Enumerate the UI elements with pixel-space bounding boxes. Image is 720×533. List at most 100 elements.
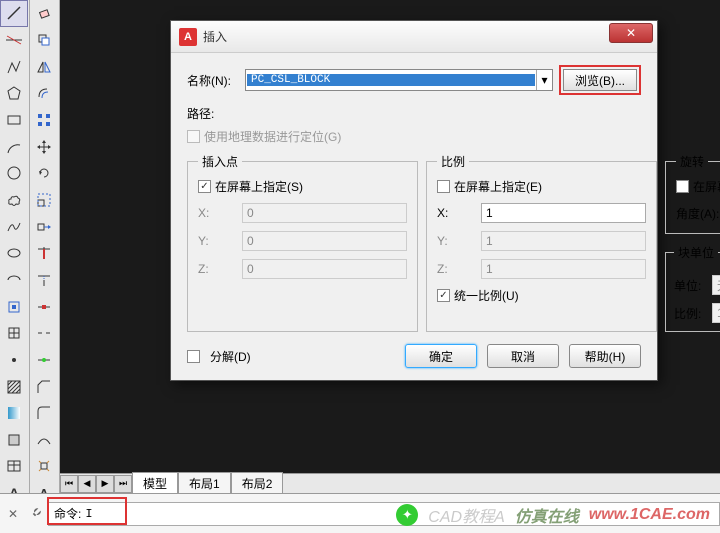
tab-last-button[interactable]: ⏭ (114, 475, 132, 493)
insert-point-group: 插入点 在屏幕上指定(S) X: Y: Z: (187, 153, 418, 332)
app-icon: A (179, 28, 197, 46)
make-block-tool[interactable] (0, 320, 28, 347)
help-button[interactable]: 帮助(H) (569, 344, 641, 368)
scale-z-input (481, 259, 646, 279)
table-tool[interactable] (0, 453, 28, 480)
insert-x-input (242, 203, 407, 223)
ratio-input (712, 303, 720, 323)
tab-prev-button[interactable]: ◀ (78, 475, 96, 493)
toolbar-col-1: A (0, 0, 30, 533)
command-close-icon[interactable]: ✕ (4, 505, 22, 523)
stretch-tool[interactable] (30, 213, 58, 240)
uniform-scale-checkbox[interactable] (437, 289, 450, 302)
line-tool[interactable] (0, 0, 28, 27)
ratio-label: 比例: (674, 305, 706, 322)
circle-tool[interactable] (0, 160, 28, 187)
spline-tool[interactable] (0, 213, 28, 240)
scale-onscreen-checkbox[interactable] (437, 180, 450, 193)
scale-legend: 比例 (437, 153, 469, 170)
copy-tool[interactable] (30, 27, 58, 54)
watermark-text-1b: 仿真在线 (515, 503, 579, 527)
polyline-tool[interactable] (0, 53, 28, 80)
blend-tool[interactable] (30, 427, 58, 454)
block-unit-legend: 块单位 (674, 244, 718, 261)
revision-cloud-tool[interactable] (0, 187, 28, 214)
dialog-close-button[interactable]: ✕ (609, 23, 653, 43)
chamfer-tool[interactable] (30, 373, 58, 400)
tab-model[interactable]: 模型 (132, 472, 178, 495)
trim-tool[interactable] (30, 240, 58, 267)
break-tool[interactable] (30, 320, 58, 347)
erase-tool[interactable] (30, 0, 58, 27)
explode-label: 分解(D) (210, 348, 251, 365)
array-tool[interactable] (30, 107, 58, 134)
tab-layout2[interactable]: 布局2 (231, 472, 284, 495)
break-at-point-tool[interactable] (30, 293, 58, 320)
command-value: I (85, 507, 92, 521)
polygon-tool[interactable] (0, 80, 28, 107)
scale-x-label: X: (437, 206, 475, 220)
toolbar-col-2: A A (30, 0, 60, 533)
insert-point-legend: 插入点 (198, 153, 242, 170)
join-tool[interactable] (30, 347, 58, 374)
dialog-title: 插入 (203, 28, 649, 45)
left-toolbars: A A A (0, 0, 60, 533)
rotate-legend: 旋转 (676, 153, 708, 170)
watermark-text-2: www.1CAE.com (589, 506, 710, 524)
scale-y-input (481, 231, 646, 251)
extend-tool[interactable] (30, 267, 58, 294)
scale-x-input[interactable] (481, 203, 646, 223)
tab-next-button[interactable]: ▶ (96, 475, 114, 493)
name-value: PC_CSL_BLOCK (247, 74, 535, 86)
combo-arrow-icon[interactable]: ▾ (536, 70, 552, 90)
construction-line-tool[interactable] (0, 27, 28, 54)
insert-y-input (242, 231, 407, 251)
mirror-tool[interactable] (30, 53, 58, 80)
geo-checkbox (187, 130, 200, 143)
arc-tool[interactable] (0, 133, 28, 160)
explode-checkbox[interactable] (187, 350, 200, 363)
name-combobox[interactable]: PC_CSL_BLOCK ▾ (245, 69, 553, 91)
scale-onscreen-label: 在屏幕上指定(E) (454, 178, 542, 195)
cancel-button[interactable]: 取消 (487, 344, 559, 368)
angle-label: 角度(A): (676, 205, 720, 222)
point-tool[interactable] (0, 347, 28, 374)
rotate-onscreen-checkbox[interactable] (676, 180, 689, 193)
explode-tool[interactable] (30, 453, 58, 480)
move-tool[interactable] (30, 133, 58, 160)
ellipse-arc-tool[interactable] (0, 267, 28, 294)
wechat-icon: ✦ (396, 504, 418, 526)
unit-label: 单位: (674, 277, 706, 294)
insert-onscreen-label: 在屏幕上指定(S) (215, 178, 303, 195)
region-tool[interactable] (0, 427, 28, 454)
command-wrench-icon[interactable] (26, 505, 44, 523)
insert-y-label: Y: (198, 234, 236, 248)
name-label: 名称(N): (187, 72, 239, 89)
insert-z-label: Z: (198, 262, 236, 276)
geo-label: 使用地理数据进行定位(G) (204, 128, 341, 145)
hatch-tool[interactable] (0, 373, 28, 400)
footer-watermark: ✦ CAD教程A 仿真在线 www.1CAE.com (396, 503, 710, 527)
layout-tab-bar: ⏮ ◀ ▶ ⏭ 模型 布局1 布局2 (60, 473, 720, 493)
fillet-tool[interactable] (30, 400, 58, 427)
insert-x-label: X: (198, 206, 236, 220)
gradient-tool[interactable] (0, 400, 28, 427)
insert-onscreen-checkbox[interactable] (198, 180, 211, 193)
insert-z-input (242, 259, 407, 279)
dialog-titlebar[interactable]: A 插入 ✕ (171, 21, 657, 53)
tab-first-button[interactable]: ⏮ (60, 475, 78, 493)
insert-dialog: A 插入 ✕ 名称(N): PC_CSL_BLOCK ▾ 浏览(B)... 路径… (170, 20, 658, 381)
ok-button[interactable]: 确定 (405, 344, 477, 368)
ellipse-tool[interactable] (0, 240, 28, 267)
scale-group: 比例 在屏幕上指定(E) X: Y: Z: 统一比例(U) (426, 153, 657, 332)
scale-tool[interactable] (30, 187, 58, 214)
tab-layout1[interactable]: 布局1 (178, 472, 231, 495)
offset-tool[interactable] (30, 80, 58, 107)
insert-block-tool[interactable] (0, 293, 28, 320)
browse-button[interactable]: 浏览(B)... (563, 69, 637, 91)
scale-z-label: Z: (437, 262, 475, 276)
uniform-scale-label: 统一比例(U) (454, 287, 519, 304)
rectangle-tool[interactable] (0, 107, 28, 134)
rotate-tool[interactable] (30, 160, 58, 187)
dialog-body: 名称(N): PC_CSL_BLOCK ▾ 浏览(B)... 路径: 使用地理数… (171, 53, 657, 380)
